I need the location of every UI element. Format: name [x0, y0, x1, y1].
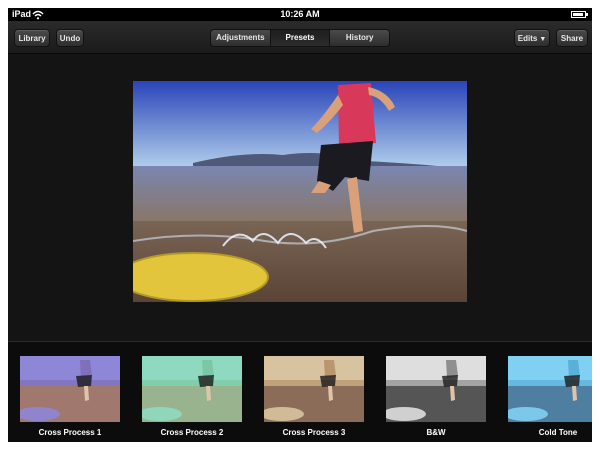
preset-cold-tone[interactable]: Cold Tone: [508, 356, 592, 437]
app-frame: iPad 10:26 AM Library Undo Adjustments P…: [8, 8, 592, 442]
main-photo[interactable]: [133, 81, 467, 302]
library-button[interactable]: Library: [14, 29, 50, 47]
tab-history[interactable]: History: [330, 30, 389, 46]
preset-thumbnail: [386, 356, 486, 422]
preset-label: B&W: [426, 428, 446, 437]
clock: 10:26 AM: [280, 9, 320, 19]
tab-presets[interactable]: Presets: [270, 30, 331, 46]
preset-label: Cross Process 3: [282, 428, 346, 437]
battery-icon: [571, 11, 588, 18]
mode-segmented-control: Adjustments Presets History: [210, 29, 390, 47]
preset-cross-process-3[interactable]: Cross Process 3: [264, 356, 364, 437]
preset-thumbnail: [20, 356, 120, 422]
preset-thumbnail: [508, 356, 592, 422]
edits-label: Edits: [517, 34, 538, 43]
undo-button[interactable]: Undo: [56, 29, 84, 47]
preset-label: Cross Process 2: [160, 428, 224, 437]
edits-button[interactable]: Edits ▼: [514, 29, 550, 47]
preset-label: Cross Process 1: [38, 428, 102, 437]
share-button[interactable]: Share: [556, 29, 588, 47]
presets-filmstrip: Cross Process 1 Cross Process 2 Cross Proc…: [8, 341, 592, 442]
preset-b-w[interactable]: B&W: [386, 356, 486, 437]
preset-label: Cold Tone: [538, 428, 578, 437]
tab-adjustments[interactable]: Adjustments: [211, 30, 271, 46]
status-bar: iPad 10:26 AM: [8, 8, 592, 21]
caret-down-icon: ▼: [539, 36, 547, 43]
preset-thumbnail: [264, 356, 364, 422]
preset-cross-process-1[interactable]: Cross Process 1: [20, 356, 120, 437]
beach-photo-image: [133, 81, 467, 302]
battery-level: [573, 13, 583, 16]
preset-thumbnail: [142, 356, 242, 422]
toolbar: Library Undo Adjustments Presets History…: [8, 21, 592, 54]
preset-cross-process-2[interactable]: Cross Process 2: [142, 356, 242, 437]
